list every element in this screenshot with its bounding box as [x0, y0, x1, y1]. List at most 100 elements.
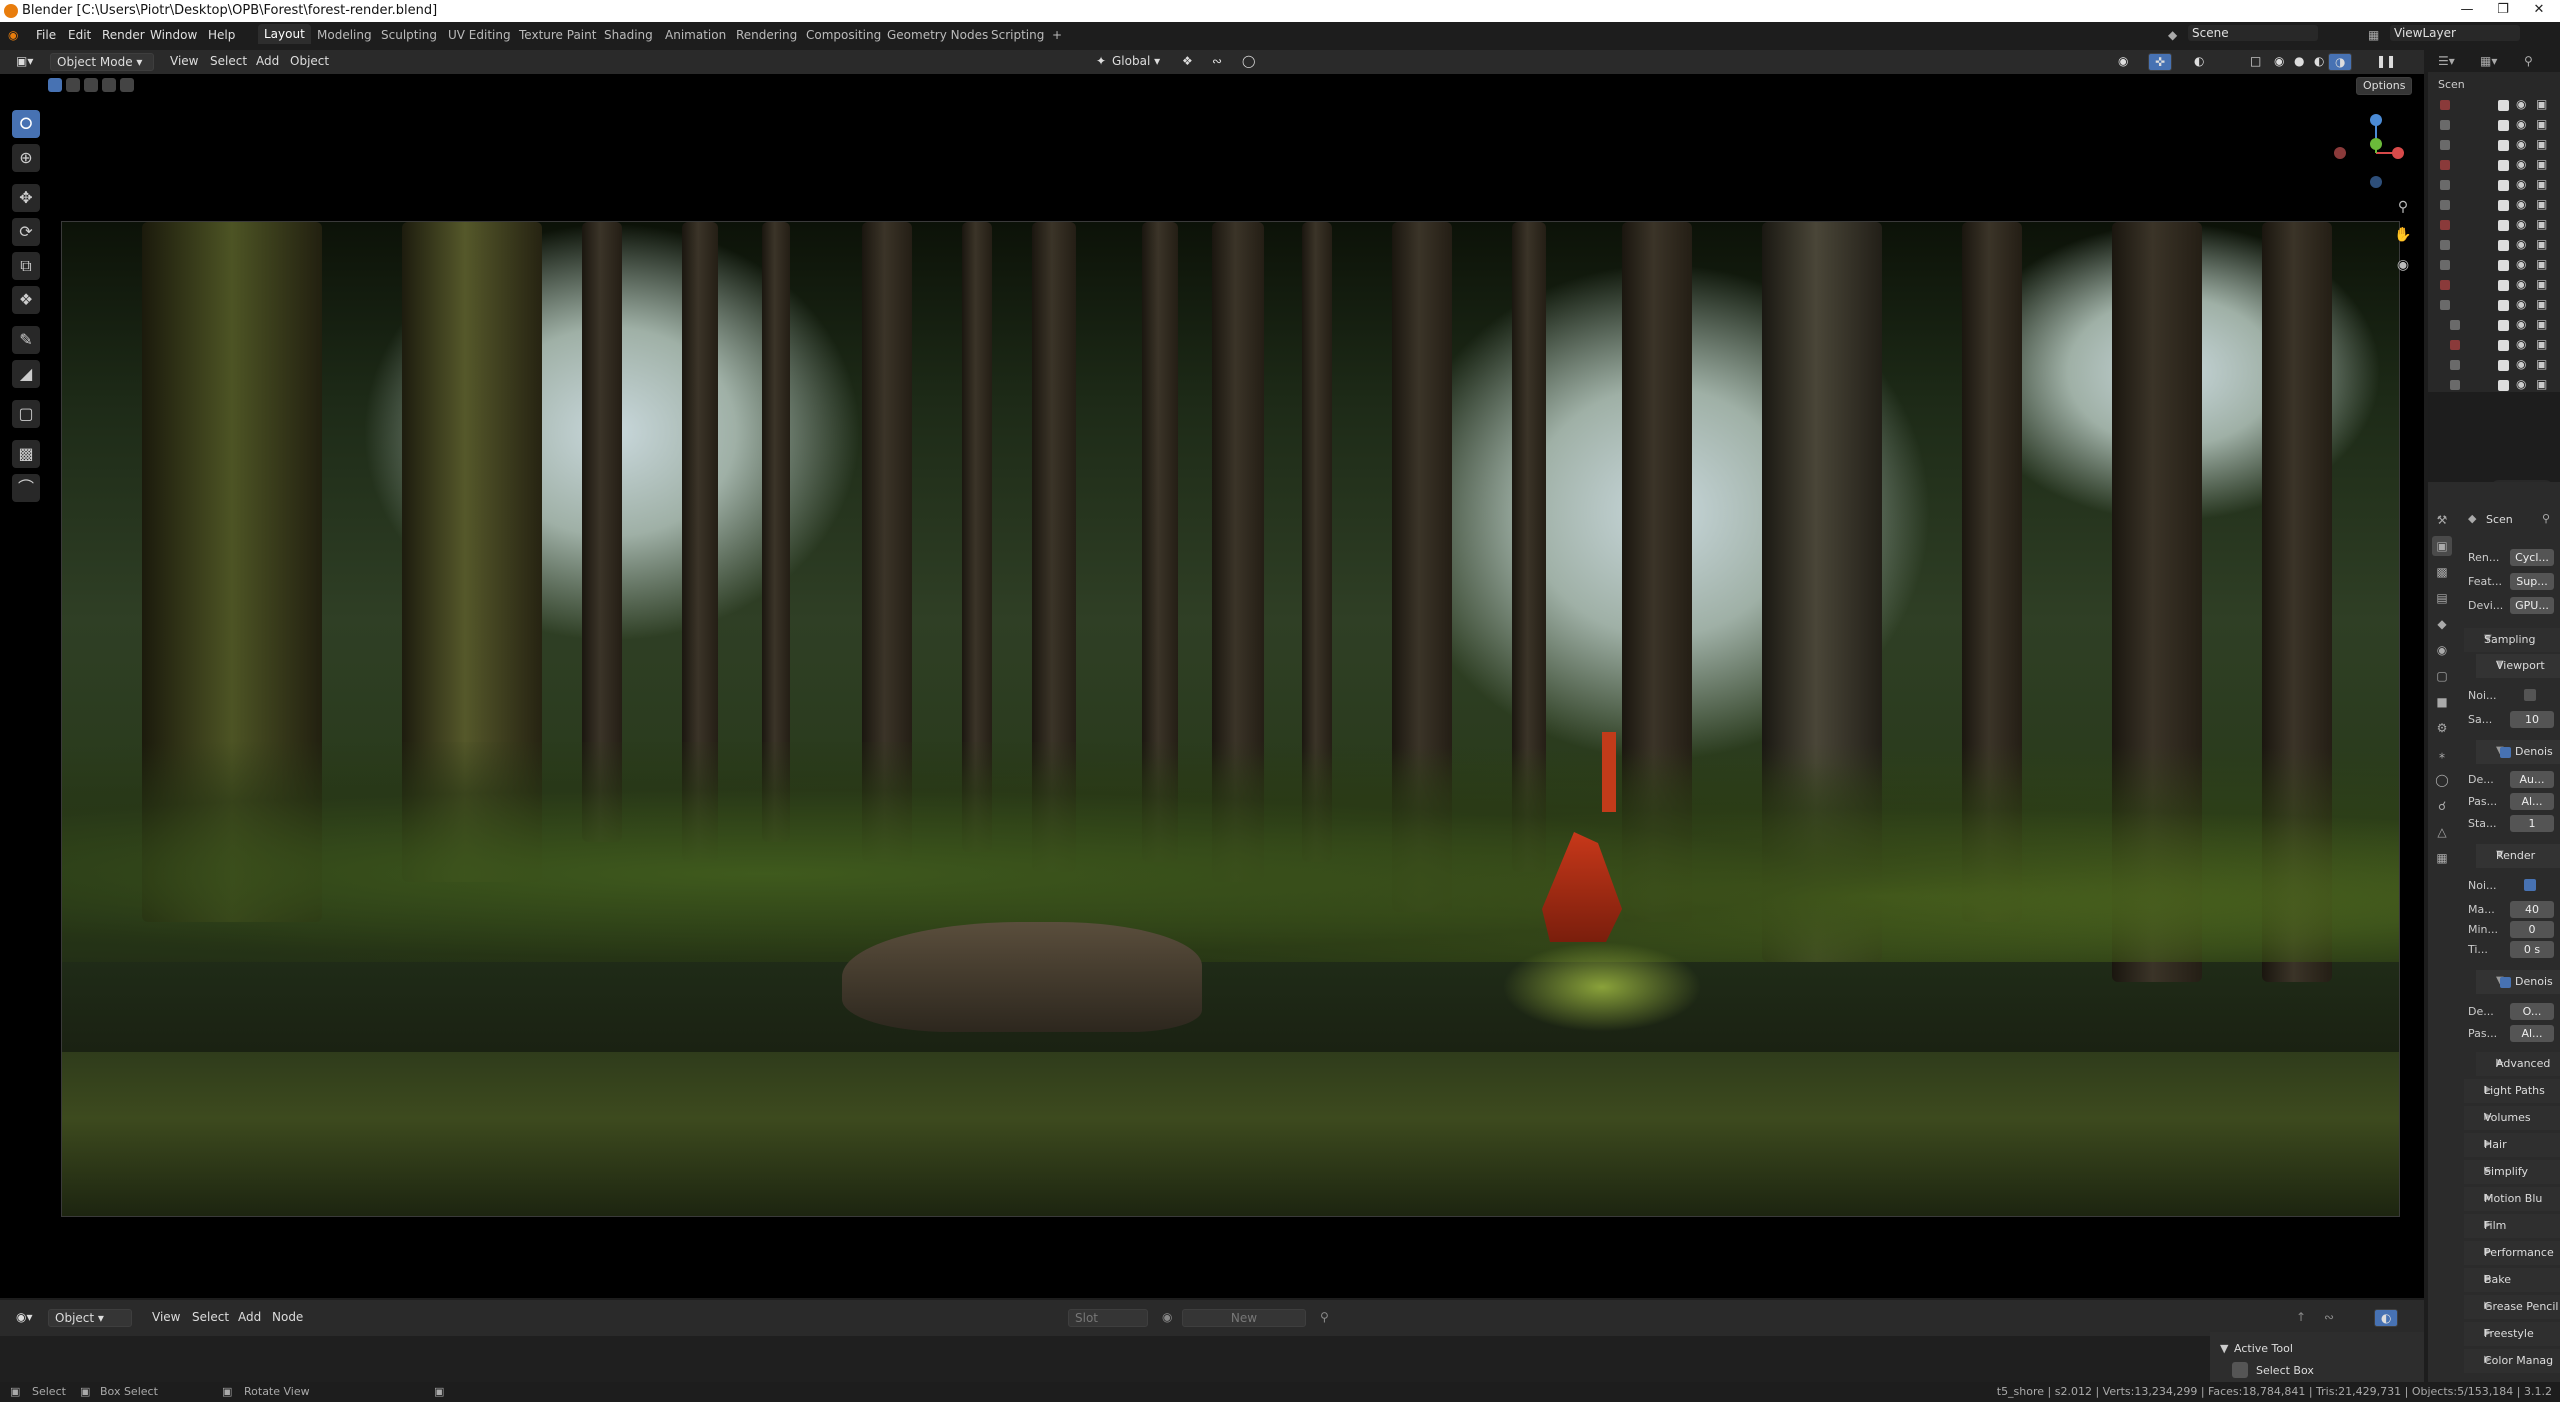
eye-icon[interactable]: ◉: [2516, 317, 2526, 331]
pivot-icon[interactable]: ❖: [1176, 53, 1199, 71]
eye-icon[interactable]: ◉: [2516, 277, 2526, 291]
outliner-row[interactable]: ◉ ▣: [2428, 356, 2560, 376]
tab-scripting[interactable]: Scripting: [991, 28, 1044, 42]
exclude-checkbox[interactable]: [2498, 120, 2509, 131]
camera-icon[interactable]: ▣: [2536, 377, 2547, 391]
pan-hand-icon[interactable]: ✋: [2392, 224, 2414, 246]
outliner-row[interactable]: ◉ ▣: [2428, 96, 2560, 116]
viewport-denoise-checkbox[interactable]: Denois: [2500, 745, 2553, 758]
render-engine-dropdown[interactable]: Cycl...: [2510, 549, 2554, 566]
camera-icon[interactable]: ▣: [2536, 197, 2547, 211]
overlay-bottom-icon[interactable]: ◐: [2374, 1309, 2399, 1327]
outliner-row[interactable]: ◉ ▣: [2428, 116, 2560, 136]
performance-panel[interactable]: ▶ Performance: [2464, 1241, 2560, 1265]
vp-start-row[interactable]: Sta... 1: [2468, 814, 2560, 834]
minimize-button[interactable]: —: [2450, 2, 2484, 20]
particles-tab-icon[interactable]: ⁎: [2432, 744, 2452, 764]
select-mode-extend-icon[interactable]: [66, 78, 80, 92]
grease-pencil-panel[interactable]: ▶ Grease Pencil: [2464, 1295, 2560, 1319]
shading-rendered-icon[interactable]: ◑: [2328, 53, 2353, 71]
outliner-row[interactable]: ◉ ▣: [2428, 196, 2560, 216]
eye-icon[interactable]: ◉: [2516, 357, 2526, 371]
motion-blur-panel[interactable]: ▶ Motion Blu: [2464, 1187, 2560, 1211]
advanced-panel[interactable]: ▶ Advanced: [2476, 1052, 2560, 1076]
exclude-checkbox[interactable]: [2498, 140, 2509, 151]
menu-edit[interactable]: Edit: [68, 28, 91, 42]
r-passes-dropdown[interactable]: Al...: [2510, 1025, 2554, 1042]
blender-menu-icon[interactable]: ◉: [8, 28, 18, 42]
zoom-icon[interactable]: ⚲: [2392, 196, 2414, 218]
visibility-icon[interactable]: ◉: [2112, 53, 2134, 71]
eye-icon[interactable]: ◉: [2516, 177, 2526, 191]
render-noise-checkbox[interactable]: [2524, 879, 2536, 891]
camera-icon[interactable]: ▣: [2536, 317, 2547, 331]
object-tab-icon[interactable]: ■: [2432, 692, 2452, 712]
viewport-samples-row[interactable]: Sa... 10: [2468, 710, 2560, 730]
viewport-subpanel[interactable]: ▼ Viewport: [2476, 654, 2560, 678]
eye-icon[interactable]: ◉: [2516, 197, 2526, 211]
output-tab-icon[interactable]: ▩: [2432, 562, 2452, 582]
gizmo-y-axis[interactable]: [2370, 138, 2382, 150]
exclude-checkbox[interactable]: [2498, 200, 2509, 211]
close-button[interactable]: ✕: [2522, 2, 2556, 20]
tab-shading[interactable]: Shading: [604, 28, 653, 42]
menu-select[interactable]: Select: [204, 53, 253, 71]
bake-panel[interactable]: ▶ Bake: [2464, 1268, 2560, 1292]
viewport-samples-field[interactable]: 10: [2510, 711, 2554, 728]
vp-denoiser-row[interactable]: De... Au...: [2468, 770, 2560, 790]
device-row[interactable]: Devi... GPU...: [2468, 596, 2560, 616]
pin-icon[interactable]: ⚲: [2542, 512, 2550, 525]
new-material-button[interactable]: New: [1182, 1309, 1306, 1327]
sampling-panel[interactable]: ▼ Sampling: [2464, 628, 2560, 652]
viewport-noise-row[interactable]: Noi...: [2468, 686, 2560, 706]
time-limit-field[interactable]: 0 s: [2510, 941, 2554, 958]
camera-icon[interactable]: ▣: [2536, 257, 2547, 271]
pause-render-icon[interactable]: ❚❚: [2370, 53, 2402, 71]
world-tab-icon[interactable]: ◉: [2432, 640, 2452, 660]
annotate-tool-icon[interactable]: ✎: [12, 326, 40, 354]
scene-selector[interactable]: Scene: [2188, 25, 2318, 41]
gizmo-toggle-icon[interactable]: ✜: [2148, 53, 2173, 71]
render-denoise-subpanel[interactable]: ▼Denois: [2476, 970, 2560, 994]
tab-texture-paint[interactable]: Texture Paint: [519, 28, 596, 42]
camera-icon[interactable]: ▣: [2536, 97, 2547, 111]
select-mode-subtract-icon[interactable]: [84, 78, 98, 92]
add-cube-tool-icon[interactable]: ▢: [12, 400, 40, 428]
render-engine-row[interactable]: Ren... Cycl...: [2468, 548, 2560, 568]
eye-icon[interactable]: ◉: [2516, 237, 2526, 251]
outliner-row[interactable]: ◉ ▣: [2428, 156, 2560, 176]
cursor-tool-icon[interactable]: ⊕: [12, 144, 40, 172]
camera-icon[interactable]: ▣: [2536, 277, 2547, 291]
data-tab-icon[interactable]: △: [2432, 822, 2452, 842]
rotate-tool-icon[interactable]: ⟳: [12, 218, 40, 246]
menu-node-bottom[interactable]: Node: [266, 1309, 309, 1327]
tab-modeling[interactable]: Modeling: [317, 28, 372, 42]
proportional-edit-icon[interactable]: ◯: [1236, 53, 1261, 71]
camera-icon[interactable]: ▣: [2536, 237, 2547, 251]
r-denoiser-dropdown[interactable]: O...: [2510, 1003, 2554, 1020]
min-samples-field[interactable]: 0: [2510, 921, 2554, 938]
tab-compositing[interactable]: Compositing: [806, 28, 881, 42]
exclude-checkbox[interactable]: [2498, 360, 2509, 371]
viewport-noise-checkbox[interactable]: [2524, 689, 2536, 701]
editor-type-icon[interactable]: ▣▾: [10, 53, 39, 71]
min-samples-row[interactable]: Min... 0: [2468, 920, 2560, 940]
parent-node-icon[interactable]: ↑: [2290, 1309, 2312, 1327]
exclude-checkbox[interactable]: [2498, 100, 2509, 111]
viewport-denoise-subpanel[interactable]: ▼Denois: [2476, 740, 2560, 764]
node-editor-type-icon[interactable]: ◉▾: [10, 1309, 39, 1327]
outliner-row[interactable]: ◉ ▣: [2428, 136, 2560, 156]
gizmo-neg-x-axis[interactable]: [2334, 147, 2346, 159]
xray-icon[interactable]: □: [2244, 53, 2267, 71]
menu-select-bottom[interactable]: Select: [186, 1309, 235, 1327]
eye-icon[interactable]: ◉: [2516, 117, 2526, 131]
overlay-icon[interactable]: ◐: [2188, 53, 2210, 71]
r-denoiser-row[interactable]: De... O...: [2468, 1002, 2560, 1022]
tool-tab-icon[interactable]: ⚒: [2432, 510, 2452, 530]
eye-icon[interactable]: ◉: [2516, 137, 2526, 151]
gizmo-x-axis[interactable]: [2392, 147, 2404, 159]
exclude-checkbox[interactable]: [2498, 300, 2509, 311]
r-passes-row[interactable]: Pas... Al...: [2468, 1024, 2560, 1044]
render-denoise-checkbox[interactable]: Denois: [2500, 975, 2553, 988]
tab-rendering[interactable]: Rendering: [736, 28, 797, 42]
